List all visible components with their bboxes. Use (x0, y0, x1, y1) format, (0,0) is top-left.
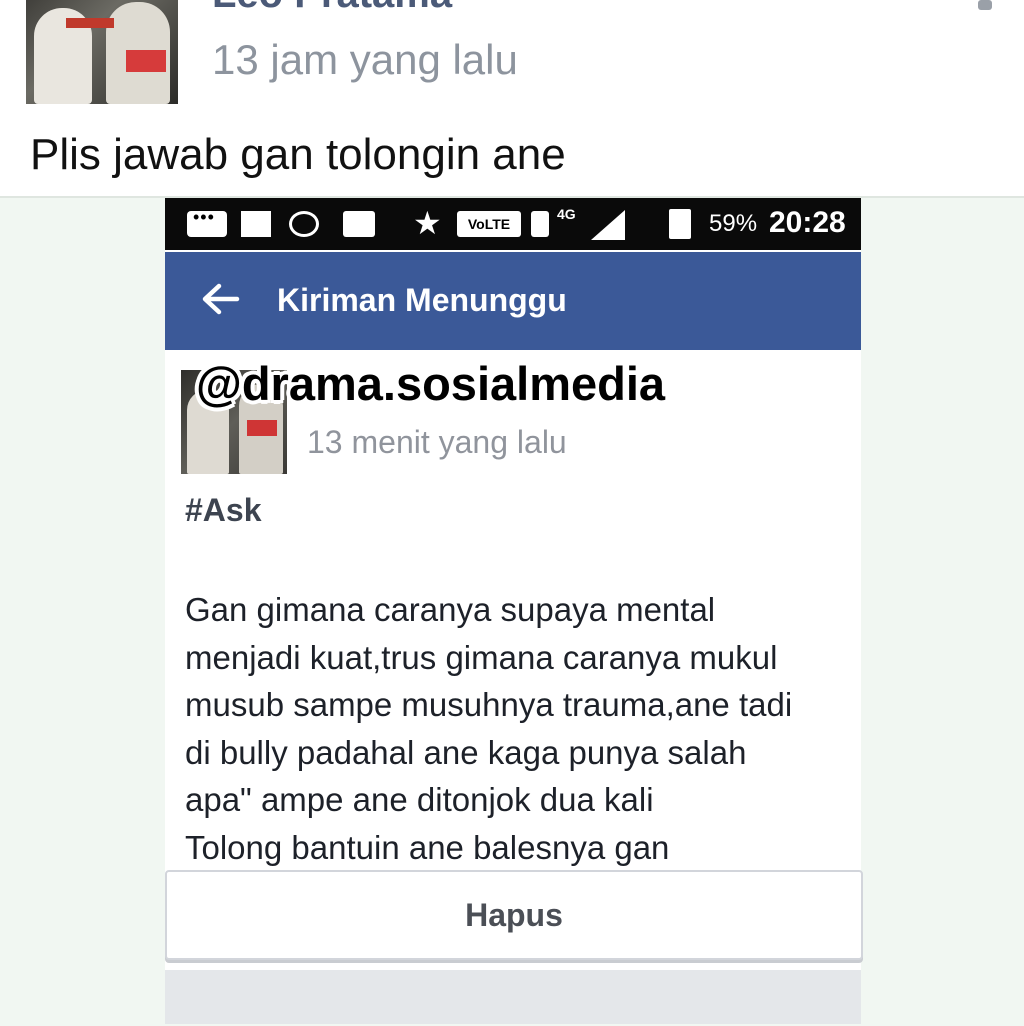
watermark-text: @drama.sosialmedia (196, 357, 666, 410)
page-title: Kiriman Menunggu (277, 282, 567, 318)
outer-post-header: Leo Pratama 13 jam yang lalu (0, 0, 1024, 120)
status-clock: 20:28 (769, 206, 846, 239)
body-line: Tolong bantuin ane balesnya gan (185, 828, 670, 866)
battery-icon (669, 209, 691, 239)
outer-post-text: Plis jawab gan tolongin ane (30, 130, 566, 179)
more-options-icon[interactable] (978, 0, 994, 22)
battery-percent: 59% (709, 210, 758, 237)
sim-icon (531, 211, 549, 237)
volte-icon: VoLTE (457, 211, 521, 237)
back-arrow-icon[interactable] (199, 278, 241, 320)
whatsapp-icon (289, 211, 319, 237)
body-line: di bully padahal ane kaga punya salah (185, 733, 747, 771)
hashtag-link[interactable]: #Ask (185, 492, 262, 529)
outer-author-name[interactable]: Leo Pratama (212, 0, 452, 17)
signal-icon (591, 210, 625, 240)
app-bar: Kiriman Menunggu (165, 252, 861, 350)
message-icon (187, 207, 227, 237)
network-type-icon: 4G (557, 206, 576, 222)
body-line: Gan gimana caranya supaya mental (185, 591, 716, 628)
bbm-icon (343, 211, 375, 237)
outer-author-avatar[interactable] (26, 0, 178, 104)
lower-panel (165, 970, 861, 1024)
body-line: musub sampe musuhnya trauma,ane tadi (185, 686, 793, 723)
outer-post-timestamp[interactable]: 13 jam yang lalu (212, 36, 518, 84)
notification-square-icon (241, 211, 271, 237)
body-line: apa" ampe ane ditonjok dua kali (185, 781, 654, 818)
phone-screenshot: ★ VoLTE 4G 59% 20:28 Kiriman Menunggu 13… (165, 198, 863, 1024)
status-bar: ★ VoLTE 4G 59% 20:28 (165, 198, 861, 250)
inner-post-timestamp[interactable]: 13 menit yang lalu (307, 424, 567, 461)
delete-button[interactable]: Hapus (165, 870, 863, 960)
body-line: menjadi kuat,trus gimana caranya mukul (185, 638, 778, 676)
inner-post-body: Gan gimana caranya supaya mental menjadi… (185, 586, 845, 871)
star-icon: ★ (413, 205, 442, 241)
